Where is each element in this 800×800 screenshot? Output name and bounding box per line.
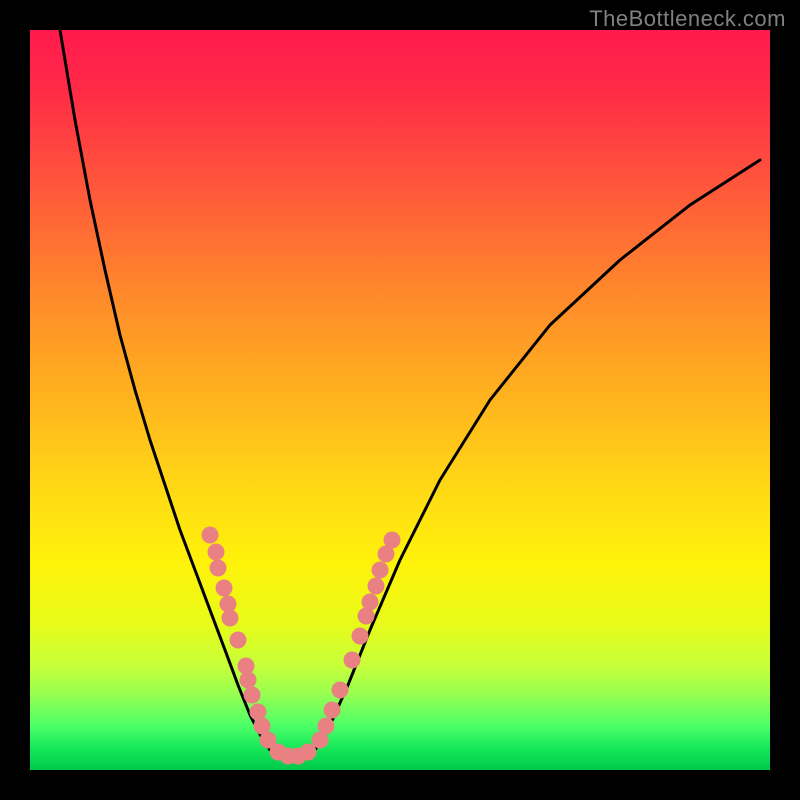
data-marker [368, 578, 385, 595]
bottleneck-curve [60, 30, 760, 756]
marker-layer [202, 527, 401, 765]
data-marker [352, 628, 369, 645]
data-marker [240, 672, 257, 689]
data-marker [362, 594, 379, 611]
data-marker [332, 682, 349, 699]
data-marker [244, 687, 261, 704]
data-marker [202, 527, 219, 544]
data-marker [222, 610, 239, 627]
chart-svg [30, 30, 770, 770]
data-marker [230, 632, 247, 649]
data-marker [300, 744, 317, 761]
data-marker [324, 702, 341, 719]
data-marker [210, 560, 227, 577]
data-marker [208, 544, 225, 561]
data-marker [344, 652, 361, 669]
data-marker [384, 532, 401, 549]
data-marker [372, 562, 389, 579]
curve-layer [60, 30, 760, 756]
attribution-text: TheBottleneck.com [589, 6, 786, 32]
data-marker [216, 580, 233, 597]
chart-frame: TheBottleneck.com [0, 0, 800, 800]
plot-area [30, 30, 770, 770]
data-marker [318, 718, 335, 735]
